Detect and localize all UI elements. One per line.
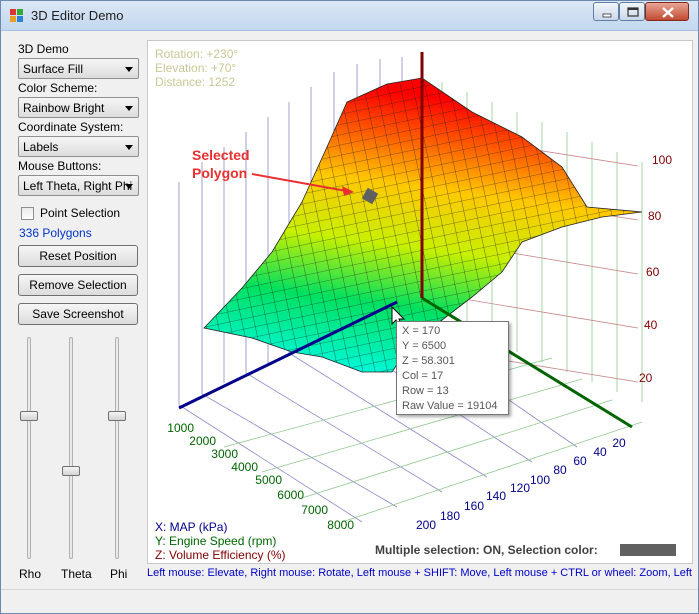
rho-label: Rho [19,567,42,581]
x-tick: 4000 [231,460,258,474]
selection-color-swatch [620,544,676,556]
x-tick: 3000 [211,447,238,461]
elevation-readout: Elevation: +70° [155,61,236,75]
phi-slider-thumb[interactable] [108,411,126,421]
hint-bar: Left mouse: Elevate, Right mouse: Rotate… [147,567,693,579]
legend-x: X: MAP (kPa) [155,520,227,534]
phi-slider-track[interactable] [115,337,119,559]
y-tick: 20 [612,436,626,450]
polygon-count: 336 Polygons [19,226,92,240]
x-tick: 6000 [277,488,304,502]
plot-area[interactable]: Selected Polygon Rotation: +230° Elevati… [147,40,693,564]
point-tooltip: X = 170 Y = 6500 Z = 58.301 Col = 17 Row… [396,321,509,415]
y-tick: 140 [486,489,506,503]
y-tick: 180 [440,509,460,523]
coord-system-value: Labels [23,140,59,154]
close-button[interactable] [645,2,689,21]
theta-slider-track[interactable] [69,337,73,559]
close-icon [662,7,674,18]
window-title: 3D Editor Demo [31,8,124,23]
save-screenshot-button[interactable]: Save Screenshot [18,303,138,325]
coord-system-select[interactable]: Labels [18,136,139,157]
chevron-down-icon [125,67,133,72]
demo-select-value: Surface Fill [23,62,84,76]
demo-select[interactable]: Surface Fill [18,58,139,79]
remove-selection-button[interactable]: Remove Selection [18,274,138,296]
demo-label: 3D Demo [18,42,69,56]
maximize-icon [627,7,639,17]
rotation-readout: Rotation: +230° [155,47,238,61]
z-tick: 80 [648,209,662,223]
tooltip-raw: Raw Value = 19104 [402,400,498,412]
annotation-polygon: Polygon [192,165,247,181]
y-tick: 200 [416,518,436,532]
x-tick: 8000 [327,518,354,532]
reset-position-button[interactable]: Reset Position [18,245,138,267]
y-tick: 100 [530,473,550,487]
color-scheme-value: Rainbow Bright [23,101,105,115]
x-tick: 2000 [189,434,216,448]
z-tick: 20 [639,371,653,385]
theta-slider-thumb[interactable] [62,466,80,476]
minimize-button[interactable] [593,2,619,21]
color-scheme-select[interactable]: Rainbow Bright [18,97,139,118]
mouse-buttons-label: Mouse Buttons: [18,159,102,173]
point-selection-checkbox[interactable] [21,207,34,220]
app-icon [10,9,23,22]
title-bar[interactable]: 3D Editor Demo [1,1,698,31]
z-tick: 40 [644,318,658,332]
tooltip-x: X = 170 [402,325,441,337]
selection-status: Multiple selection: ON, Selection color: [375,543,598,557]
annotation-selected: Selected [192,147,250,163]
x-tick: 7000 [301,503,328,517]
mouse-buttons-select[interactable]: Left Theta, Right Phi [18,175,139,196]
z-tick: 100 [652,153,672,167]
maximize-button[interactable] [619,2,645,21]
main-window: 3D Editor Demo 3D Demo Surface Fill Colo… [0,0,699,614]
rho-slider-track[interactable] [27,337,31,559]
mouse-buttons-value: Left Theta, Right Phi [23,179,133,193]
distance-readout: Distance: 1252 [155,75,235,89]
y-tick: 160 [464,499,484,513]
y-tick: 40 [593,445,607,459]
y-tick: 80 [553,463,567,477]
status-strip [1,589,698,613]
rho-slider-thumb[interactable] [20,411,38,421]
phi-label: Phi [110,567,128,581]
surface-plot[interactable]: Selected Polygon Rotation: +230° Elevati… [148,41,694,565]
x-tick: 1000 [167,421,194,435]
legend-z: Z: Volume Efficiency (%) [155,548,286,562]
tooltip-z: Z = 58.301 [402,355,455,367]
chevron-down-icon [125,106,133,111]
point-selection-label[interactable]: Point Selection [40,206,120,220]
chevron-down-icon [125,184,133,189]
tooltip-col: Col = 17 [402,370,444,382]
chevron-down-icon [125,145,133,150]
theta-label: Theta [61,567,92,581]
color-scheme-label: Color Scheme: [18,81,98,95]
z-tick: 60 [646,265,660,279]
coord-system-label: Coordinate System: [18,120,124,134]
legend-y: Y: Engine Speed (rpm) [155,534,276,548]
x-tick: 5000 [255,473,282,487]
tooltip-row: Row = 13 [402,385,449,397]
y-tick: 60 [573,454,587,468]
y-tick: 120 [510,481,530,495]
minimize-icon [602,13,612,18]
tooltip-y: Y = 6500 [402,340,447,352]
